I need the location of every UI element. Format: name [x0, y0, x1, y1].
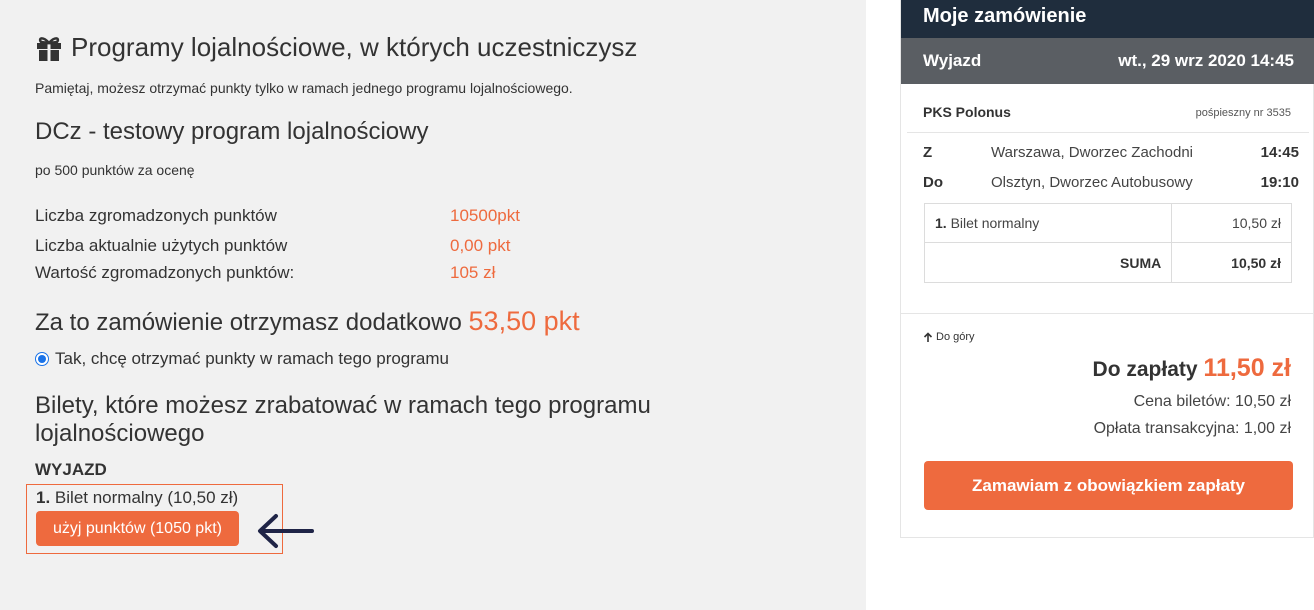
route-to-time: 19:10 — [1260, 174, 1299, 191]
route-to-station: Olsztyn, Dworzec Autobusowy — [991, 174, 1193, 191]
ticket-cell: 1. Bilet normalny — [935, 215, 1039, 231]
use-points-button[interactable]: użyj punktów (1050 pkt) — [36, 511, 239, 546]
route-to-label: Do — [923, 174, 943, 191]
stat-value-worth: 105 zł — [450, 263, 496, 282]
earn-points-text: Za to zamówienie otrzymasz dodatkowo — [35, 309, 462, 336]
table-row: 1. Bilet normalny 10,50 zł — [925, 204, 1291, 243]
route-from-time: 14:45 — [1260, 144, 1299, 161]
earn-points-radio[interactable] — [35, 352, 49, 366]
back-to-top-label[interactable]: Do góry — [936, 331, 975, 343]
stat-label-worth: Wartość zgromadzonych punktów: — [35, 263, 295, 282]
earn-points-radio-label[interactable]: Tak, chcę otrzymać punkty w ramach tego … — [55, 349, 449, 369]
connection-number: pośpieszny nr 3535 — [1195, 107, 1291, 119]
trip-datetime: wt., 29 wrz 2020 14:45 — [1118, 51, 1294, 70]
ticket-number: 1. — [36, 488, 51, 507]
earn-points-line: Za to zamówienie otrzymasz dodatkowo 53,… — [35, 306, 580, 337]
order-header: Moje zamówienie — [901, 0, 1314, 38]
route-from-station: Warszawa, Dworzec Zachodni — [991, 144, 1194, 161]
total-label: Do zapłaty — [1092, 358, 1198, 381]
transaction-fee-line: Opłata transakcyjna: 1,00 zł — [1093, 420, 1291, 437]
sum-value: 10,50 zł — [1231, 255, 1281, 271]
arrow-left-icon — [258, 514, 314, 548]
tickets-heading: Bilety, które możesz zrabatować w ramach… — [35, 392, 651, 447]
earn-points-option[interactable]: Tak, chcę otrzymać punkty w ramach tego … — [35, 349, 449, 369]
ticket-label: Bilet normalny (10,50 zł) — [54, 488, 239, 507]
back-to-top-link[interactable]: Do góry — [923, 331, 975, 343]
page-title: Programy lojalnościowe, w których uczest… — [35, 32, 637, 63]
ticket-cost-line: Cena biletów: 10,50 zł — [1133, 393, 1291, 410]
ticket-name: 1. Bilet normalny (10,50 zł) — [36, 488, 238, 508]
carrier-name: PKS Polonus — [923, 104, 1011, 120]
direction-label: WYJAZD — [35, 460, 107, 479]
divider — [907, 132, 1309, 133]
page-title-text: Programy lojalnościowe, w których uczest… — [71, 32, 638, 62]
table-divider — [1171, 204, 1172, 282]
divider — [901, 313, 1314, 314]
total-amount: 11,50 zł — [1203, 354, 1291, 382]
ticket-cell-number: 1. — [935, 215, 947, 231]
program-title: DCz - testowy program lojalnościowy — [35, 118, 429, 145]
order-summary: Moje zamówienie Wyjazd wt., 29 wrz 2020 … — [900, 0, 1314, 538]
gift-icon — [35, 35, 63, 61]
trip-direction: Wyjazd — [923, 51, 982, 70]
total-to-pay: Do zapłaty 11,50 zł — [1093, 354, 1291, 383]
ticket-cell-price: 10,50 zł — [1231, 215, 1281, 231]
earn-points-value: 53,50 pkt — [468, 306, 580, 336]
sum-label: SUMA — [1120, 255, 1162, 271]
route-from-label: Z — [923, 144, 933, 161]
ticket-cell-name: Bilet normalny — [950, 215, 1040, 231]
arrow-up-icon — [923, 331, 933, 342]
program-description: po 500 punktów za ocenę — [35, 162, 195, 178]
stat-label-collected: Liczba zgromadzonych punktów — [35, 206, 277, 225]
loyalty-note: Pamiętaj, możesz otrzymać punkty tylko w… — [35, 80, 573, 96]
stat-label-used: Liczba aktualnie użytych punktów — [35, 236, 288, 255]
trip-header: Wyjazd wt., 29 wrz 2020 14:45 — [901, 38, 1314, 84]
stat-value-used: 0,00 pkt — [450, 236, 511, 255]
loyalty-panel: Programy lojalnościowe, w których uczest… — [0, 0, 866, 610]
place-order-button[interactable]: Zamawiam z obowiązkiem zapłaty — [924, 461, 1293, 510]
ticket-discount-box: 1. Bilet normalny (10,50 zł) użyj punktó… — [26, 484, 283, 554]
ticket-table: 1. Bilet normalny 10,50 zł SUMA 10,50 zł — [924, 203, 1292, 283]
stat-value-collected: 10500pkt — [450, 206, 520, 225]
